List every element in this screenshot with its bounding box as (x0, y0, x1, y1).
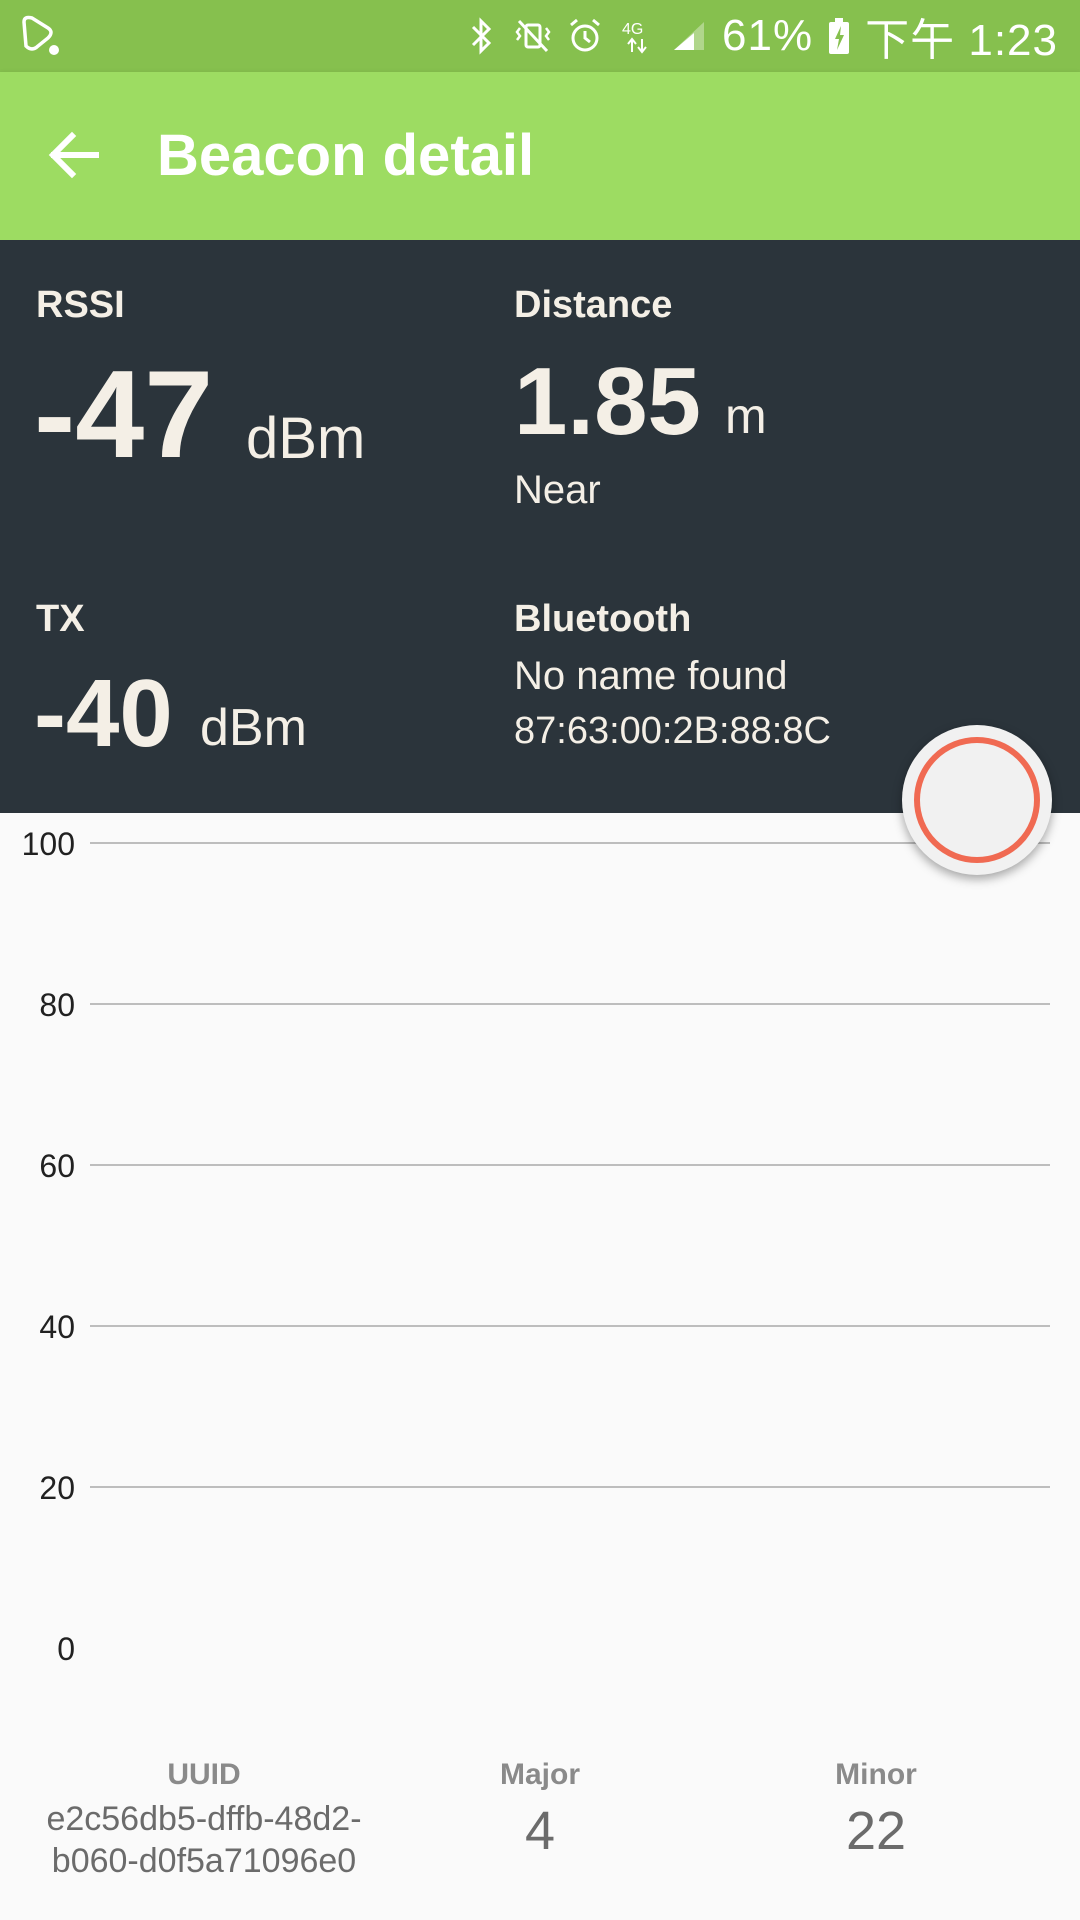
y-tick-label-60: 60 (39, 1148, 75, 1184)
uuid-value: e2c56db5-dffb-48d2- b060-d0f5a71096e0 (14, 1798, 394, 1882)
bluetooth-name: No name found (514, 654, 788, 698)
app-bar: Beacon detail (0, 72, 1080, 240)
y-tick-label-100: 100 (22, 826, 75, 862)
bluetooth-label: Bluetooth (514, 598, 692, 640)
tx-value: -40 (34, 660, 173, 767)
major-label: Major (499, 1758, 580, 1791)
major-value: 4 (524, 1801, 556, 1861)
y-tick-label-0: 0 (57, 1631, 75, 1667)
arrow-back-icon[interactable] (40, 120, 110, 190)
uuid-label: UUID (167, 1758, 241, 1791)
clock: 下午 1:23 (865, 16, 1058, 65)
chat-bubble-icon (22, 15, 59, 55)
distance-value: 1.85 (514, 348, 701, 455)
y-tick-label-20: 20 (39, 1470, 75, 1506)
bluetooth-icon (471, 17, 492, 55)
record-icon (914, 737, 1040, 863)
alarm-icon (570, 18, 601, 52)
network-4g-icon: 4G (622, 21, 647, 54)
minor-label: Minor (835, 1758, 917, 1791)
distance-label: Distance (514, 284, 673, 326)
rssi-unit: dBm (246, 406, 366, 471)
y-tick-label-80: 80 (39, 987, 75, 1023)
uuid-line-2: b060-d0f5a71096e0 (51, 1842, 357, 1880)
proximity-text: Near (514, 468, 601, 512)
rssi-label: RSSI (36, 284, 125, 326)
y-tick-label-40: 40 (39, 1309, 75, 1345)
distance-unit: m (725, 388, 767, 444)
signal-icon (674, 22, 705, 50)
beacon-stats-panel: RSSI -47 dBm Distance 1.85 m Near TX -40… (0, 240, 1080, 813)
rssi-value: -47 (34, 346, 214, 484)
chart-canvas: 100 80 60 40 20 0 (22, 826, 1050, 1667)
vibrate-icon (515, 19, 551, 53)
minor-value: 22 (845, 1801, 907, 1861)
tx-label: TX (36, 598, 85, 640)
tx-unit: dBm (200, 699, 307, 757)
record-button[interactable] (902, 725, 1052, 875)
rssi-chart: 100 80 60 40 20 0 (0, 813, 1080, 1713)
battery-charging-icon (829, 18, 850, 54)
page-title: Beacon detail (157, 123, 535, 188)
status-bar: 4G 61% 下午 1:23 (0, 0, 1080, 72)
svg-text:4G: 4G (622, 21, 643, 38)
uuid-line-1: e2c56db5-dffb-48d2- (46, 1800, 362, 1838)
bluetooth-address: 87:63:00:2B:88:8C (514, 710, 831, 752)
battery-percent: 61% (722, 11, 814, 60)
